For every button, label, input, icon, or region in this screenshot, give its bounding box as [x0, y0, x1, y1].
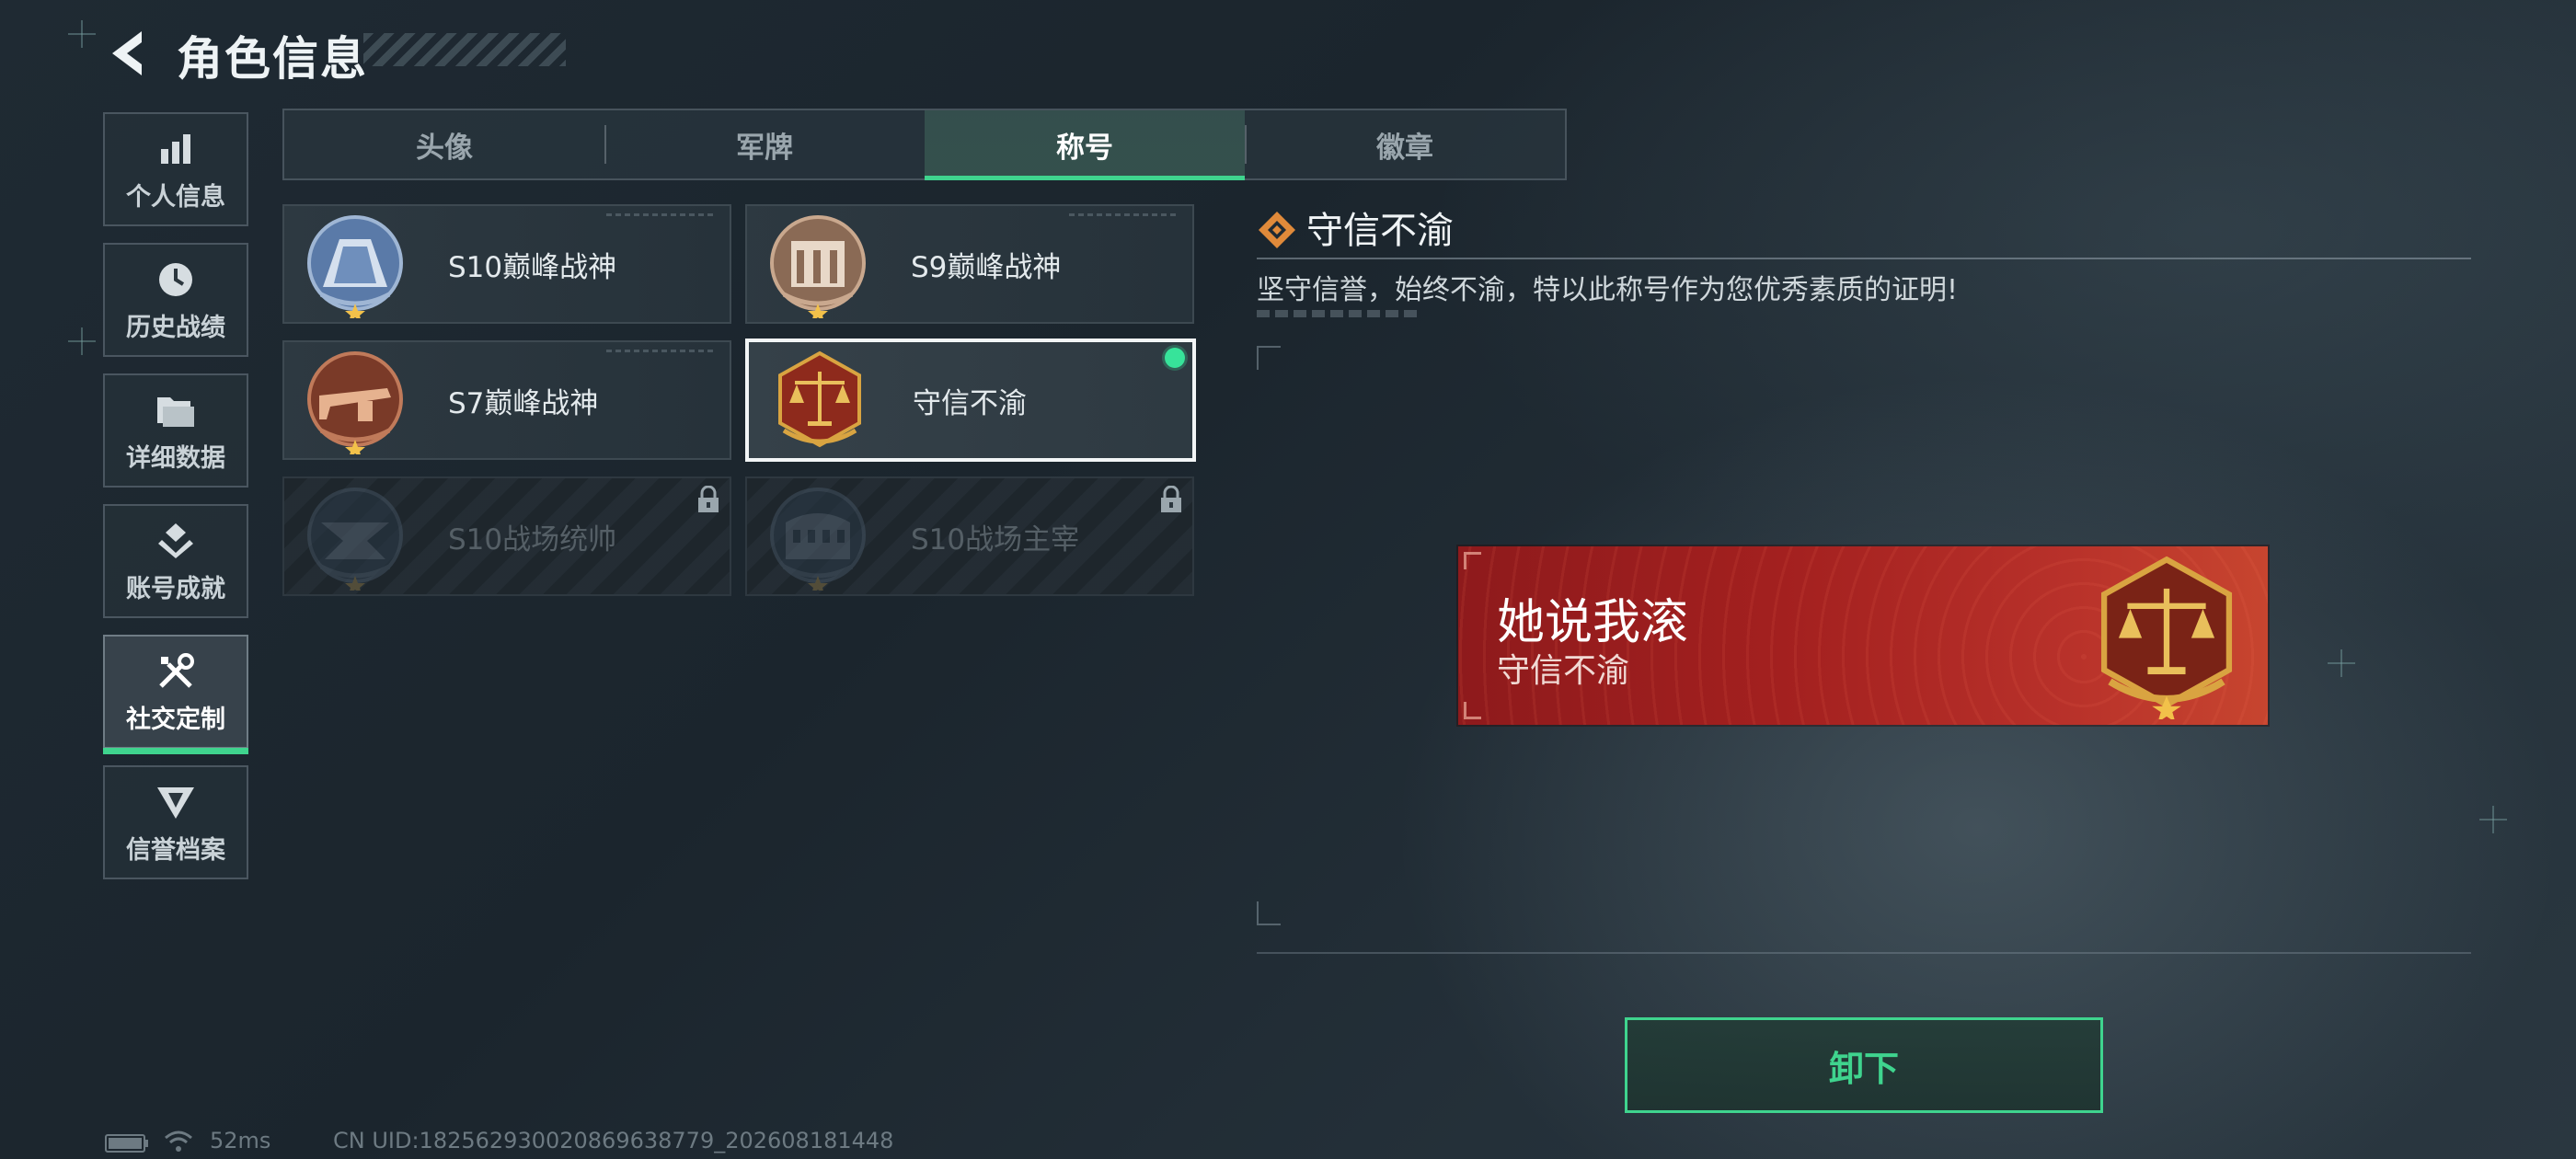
- scales-emblem-icon: [2100, 556, 2233, 719]
- title-card-label: S9巅峰战神: [911, 250, 1062, 284]
- nameplate-title: 守信不渝: [1497, 652, 1630, 690]
- title-card-s7-peak[interactable]: S7巅峰战神: [282, 340, 731, 460]
- sidebar-item-label: 个人信息: [126, 182, 225, 212]
- clock-icon: [154, 258, 198, 302]
- sidebar-item-label: 历史战绩: [126, 313, 225, 342]
- preview-frame-corner: [1257, 901, 1281, 925]
- bg-crosshair: [68, 327, 96, 355]
- title-card-label: S10战场统帅: [448, 522, 617, 557]
- scales-emblem-icon: [778, 350, 861, 448]
- achievement-icon: [154, 519, 198, 563]
- page-title: 角色信息: [177, 32, 368, 86]
- sidebar-item-social-custom[interactable]: 社交定制: [103, 635, 248, 754]
- title-card-s10-dominator[interactable]: S10战场主宰: [745, 476, 1194, 596]
- back-arrow-icon[interactable]: [101, 26, 156, 81]
- nameplate-corner: [1464, 702, 1481, 719]
- folder-icon: [154, 388, 198, 432]
- reputation-icon: [154, 780, 198, 824]
- card-decoration: [606, 213, 717, 216]
- lock-icon: [698, 486, 719, 512]
- sidebar-item-history[interactable]: 历史战绩: [103, 243, 248, 357]
- unequip-button[interactable]: 卸下: [1625, 1017, 2103, 1113]
- detail-decoration: [1257, 310, 1419, 317]
- uid-readout: CN UID:182562930020869638779_20260818144…: [333, 1128, 894, 1153]
- sidebar-item-label: 账号成就: [126, 574, 225, 603]
- sidebar-item-personal-info[interactable]: 个人信息: [103, 112, 248, 226]
- title-card-label: S7巅峰战神: [448, 386, 599, 420]
- sidebar-item-label: 社交定制: [126, 705, 225, 734]
- sidebar-item-detailed-data[interactable]: 详细数据: [103, 373, 248, 488]
- colosseum-emblem-icon: [770, 488, 866, 591]
- nameplate-preview: 她说我滚 守信不渝: [1458, 546, 2268, 725]
- equipped-indicator: [1165, 348, 1185, 368]
- commander-emblem-icon: [307, 488, 403, 591]
- category-tabs: 头像 军牌 称号 徽章: [282, 109, 1567, 180]
- s10-emblem-icon: [307, 215, 403, 318]
- tab-dog-tag[interactable]: 军牌: [604, 110, 925, 178]
- title-diamond-icon: [1259, 212, 1295, 248]
- sidebar-item-reputation[interactable]: 信誉档案: [103, 765, 248, 879]
- sidebar-item-achievements[interactable]: 账号成就: [103, 504, 248, 618]
- ping-readout: 52ms: [210, 1128, 271, 1153]
- nameplate-player-name: 她说我滚: [1497, 595, 1689, 650]
- tools-icon: [154, 649, 198, 694]
- title-card-s10-commander[interactable]: S10战场统帅: [282, 476, 731, 596]
- sidebar-item-label: 信誉档案: [126, 835, 225, 865]
- card-decoration: [1069, 213, 1179, 216]
- title-card-label: S10巅峰战神: [448, 250, 617, 284]
- lock-icon: [1161, 486, 1181, 512]
- title-card-s10-peak[interactable]: S10巅峰战神: [282, 204, 731, 324]
- sidebar-item-label: 详细数据: [126, 443, 225, 473]
- detail-bottom-line: [1257, 952, 2471, 954]
- s9-emblem-icon: [770, 215, 866, 318]
- bar-chart-icon: [154, 127, 198, 171]
- title-card-keep-faith[interactable]: 守信不渝: [745, 339, 1196, 462]
- bg-crosshair: [2328, 649, 2355, 677]
- detail-divider: [1257, 258, 2471, 259]
- preview-frame-corner: [1257, 346, 1281, 370]
- wifi-icon: [165, 1130, 192, 1152]
- tab-title[interactable]: 称号: [925, 110, 1245, 180]
- detail-title: 守信不渝: [1306, 210, 1454, 252]
- title-card-s9-peak[interactable]: S9巅峰战神: [745, 204, 1194, 324]
- bg-crosshair: [68, 20, 96, 48]
- bg-crosshair: [2479, 806, 2507, 833]
- header-decoration: [363, 33, 566, 66]
- nameplate-corner: [1464, 552, 1481, 569]
- title-card-label: S10战场主宰: [911, 522, 1080, 557]
- detail-description: 坚守信誉，始终不渝，特以此称号作为您优秀素质的证明!: [1257, 274, 1959, 306]
- tab-badge[interactable]: 徽章: [1245, 110, 1565, 178]
- tab-avatar[interactable]: 头像: [284, 110, 604, 178]
- battery-icon: [105, 1134, 148, 1153]
- card-decoration: [606, 350, 717, 352]
- s7-emblem-icon: [307, 351, 403, 454]
- title-card-label: 守信不渝: [913, 386, 1027, 420]
